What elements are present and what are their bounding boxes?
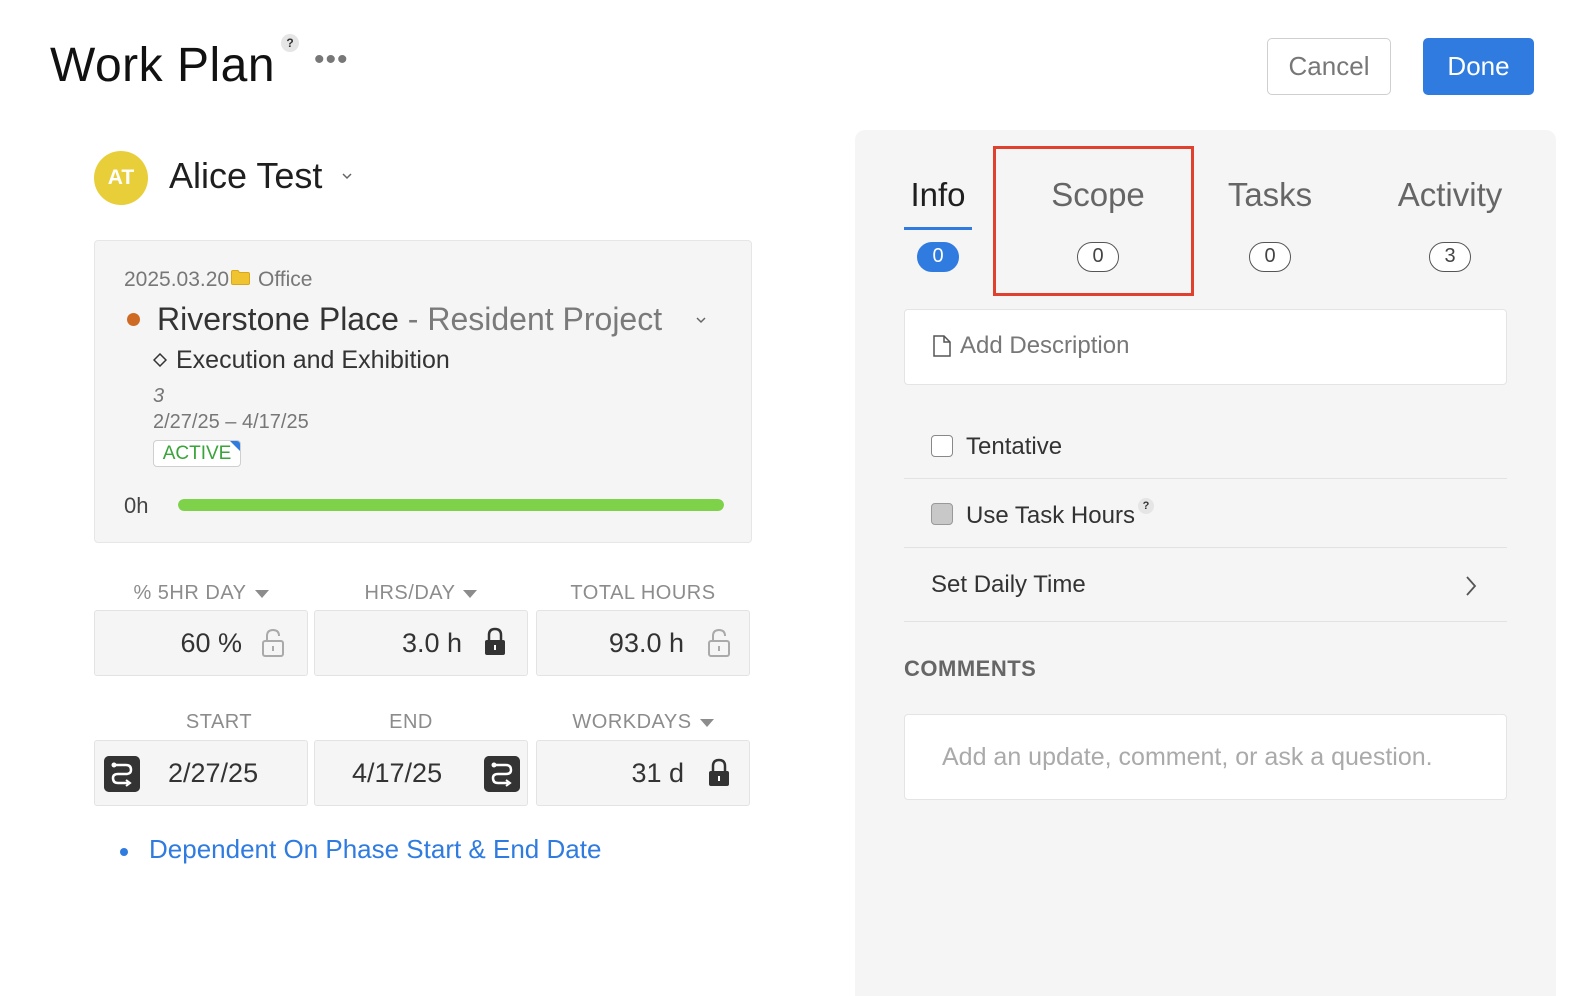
tab-tasks[interactable]: Tasks [1222, 176, 1318, 214]
chevron-right-icon [1466, 576, 1477, 596]
phase-name: Execution and Exhibition [176, 346, 450, 374]
workdays-value: 31 d [631, 758, 684, 788]
diamond-icon [153, 353, 167, 367]
hrs-day-label[interactable]: HRS/DAY [314, 582, 528, 605]
project-separator: - [407, 301, 419, 337]
chevron-down-icon[interactable] [695, 314, 707, 326]
set-daily-time-row[interactable]: Set Daily Time [904, 548, 1507, 622]
avatar: AT [94, 151, 148, 205]
caret-down-icon [463, 589, 478, 598]
total-hours-value: 93.0 h [608, 628, 684, 658]
tab-info[interactable]: Info [900, 176, 976, 214]
page-title: Work Plan [50, 39, 276, 92]
tentative-label: Tentative [966, 433, 1063, 460]
total-hours-field[interactable]: 93.0 h [536, 610, 750, 676]
hours-label: 0h [124, 493, 149, 518]
hrs-day-label-text: HRS/DAY [364, 582, 456, 604]
project-folder: Office [258, 268, 313, 291]
pct-day-value: 60 % [180, 628, 242, 658]
add-description-button[interactable]: Add Description [904, 309, 1507, 385]
document-icon [933, 335, 951, 357]
pct-day-label-text: % 5HR DAY [133, 582, 247, 604]
end-date-value: 4/17/25 [352, 758, 443, 788]
help-icon[interactable]: ? [1138, 498, 1154, 514]
dependency-icon[interactable] [484, 756, 520, 792]
help-icon[interactable]: ? [281, 34, 299, 52]
project-name[interactable]: Riverstone Place - Resident Project [157, 301, 662, 338]
progress-fill [178, 499, 724, 511]
phase-date-range: 2/27/25 – 4/17/25 [153, 411, 309, 433]
start-label: START [185, 711, 253, 733]
status-badge: ACTIVE [153, 440, 241, 467]
tab-label: Activity [1397, 176, 1503, 213]
scope-tab-highlight [993, 146, 1194, 296]
phase-number: 3 [153, 385, 165, 407]
dependency-link[interactable]: Dependent On Phase Start & End Date [149, 834, 601, 865]
more-options-icon[interactable]: ••• [314, 45, 349, 75]
project-subtitle: Resident Project [427, 301, 663, 337]
tentative-row[interactable]: Tentative [904, 410, 1507, 479]
tab-count-badge: 3 [1429, 242, 1471, 272]
project-title: Riverstone Place [157, 301, 399, 337]
use-task-hours-checkbox[interactable] [931, 503, 953, 525]
tab-label: Tasks [1227, 176, 1313, 213]
comment-box [904, 714, 1507, 800]
caret-down-icon [254, 589, 269, 598]
end-label: END [389, 711, 433, 733]
lock-icon[interactable] [483, 627, 507, 657]
hrs-day-field[interactable]: 3.0 h [314, 610, 528, 676]
workdays-label-text: WORKDAYS [572, 711, 692, 733]
add-description-label: Add Description [960, 332, 1130, 359]
done-button[interactable]: Done [1423, 38, 1534, 95]
project-card: 2025.03.20 Office Riverstone Place - Res… [94, 240, 752, 543]
workdays-label[interactable]: WORKDAYS [536, 711, 750, 734]
total-hours-label: TOTAL HOURS [570, 582, 716, 604]
unlock-icon[interactable] [261, 628, 285, 658]
caret-down-icon [699, 718, 714, 727]
end-date-field[interactable]: 4/17/25 [314, 740, 528, 806]
tab-count-badge: 0 [1249, 242, 1291, 272]
pct-day-field[interactable]: 60 % [94, 610, 308, 676]
hrs-day-value: 3.0 h [401, 628, 462, 658]
tab-label: Info [910, 176, 966, 213]
tab-count-badge: 0 [917, 242, 959, 272]
chevron-down-icon[interactable] [341, 170, 353, 182]
use-task-hours-label: Use Task Hours [966, 502, 1135, 529]
tab-activity[interactable]: Activity [1390, 176, 1510, 214]
status-corner [230, 441, 240, 451]
workdays-field[interactable]: 31 d [536, 740, 750, 806]
folder-icon [231, 270, 250, 285]
lock-icon[interactable] [707, 758, 731, 788]
cancel-button[interactable]: Cancel [1267, 38, 1391, 95]
start-date-field[interactable]: 2/27/25 [94, 740, 308, 806]
progress-bar [178, 499, 724, 511]
comments-title: COMMENTS [904, 656, 1037, 681]
member-name[interactable]: Alice Test [169, 155, 322, 197]
start-date-value: 2/27/25 [168, 758, 259, 788]
bullet [120, 848, 128, 856]
project-color-dot [127, 313, 140, 326]
tentative-checkbox[interactable] [931, 435, 953, 457]
active-tab-indicator [904, 227, 972, 230]
status-text: ACTIVE [162, 443, 232, 464]
set-daily-time-label: Set Daily Time [931, 571, 1086, 598]
comment-input[interactable] [905, 715, 1506, 799]
unlock-icon[interactable] [707, 628, 731, 658]
use-task-hours-row[interactable]: Use Task Hours ? [904, 479, 1507, 548]
pct-day-label[interactable]: % 5HR DAY [94, 582, 308, 605]
project-date: 2025.03.20 [124, 268, 230, 291]
dependency-icon[interactable] [104, 756, 140, 792]
